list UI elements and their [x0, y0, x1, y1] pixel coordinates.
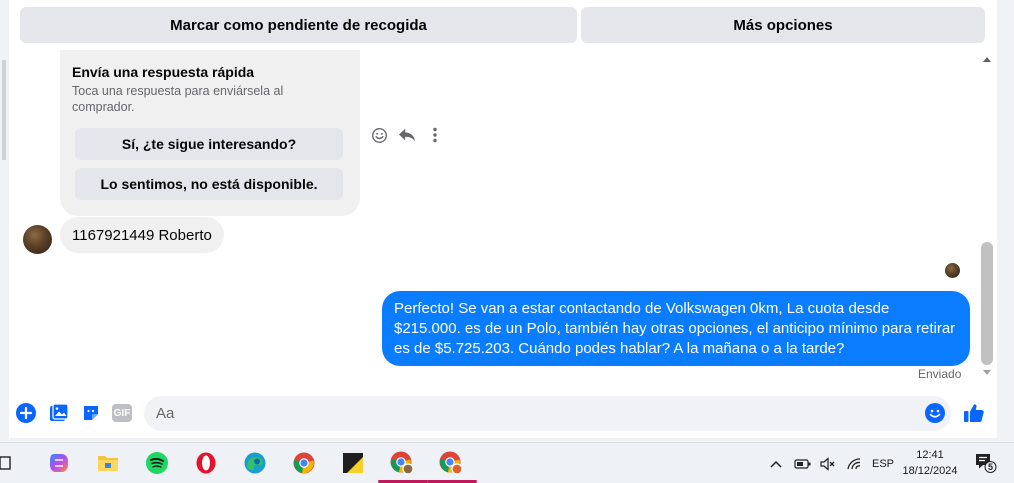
copilot-icon[interactable]: [45, 449, 73, 477]
spotify-icon[interactable]: [143, 449, 171, 477]
mark-pending-pickup-button[interactable]: Marcar como pendiente de recogida: [20, 7, 577, 43]
volume-muted-icon[interactable]: [820, 456, 836, 471]
add-plus-icon[interactable]: [15, 402, 37, 424]
input-language[interactable]: ESP: [872, 458, 894, 470]
scroll-down-arrow-icon[interactable]: [983, 370, 991, 375]
incoming-message-bubble: 1167921449 Roberto: [60, 217, 224, 253]
battery-icon[interactable]: [794, 458, 812, 470]
message-hover-actions: [369, 125, 445, 145]
gif-icon[interactable]: GIF: [111, 402, 133, 424]
show-hidden-icons-chevron-icon[interactable]: [770, 460, 784, 468]
seen-avatar: [945, 263, 960, 278]
file-explorer-icon[interactable]: [94, 449, 122, 477]
chrome-icon[interactable]: [290, 449, 318, 477]
scroll-up-arrow-icon[interactable]: [983, 57, 991, 62]
thumbs-up-icon[interactable]: [963, 402, 985, 424]
opera-icon[interactable]: [192, 449, 220, 477]
chrome-profile-icon[interactable]: [388, 449, 416, 477]
system-tray: ESP: [770, 443, 894, 483]
emoji-icon[interactable]: [924, 402, 946, 424]
gif-label: GIF: [112, 404, 132, 422]
taskbar-clock[interactable]: 12:41 18/12/2024: [896, 447, 964, 479]
quick-reply-title: Envía una respuesta rápida: [72, 64, 255, 80]
window-right-edge: [997, 0, 1014, 442]
wifi-icon[interactable]: [846, 457, 862, 471]
quick-reply-still-interested-button[interactable]: Sí, ¿te sigue interesando?: [75, 128, 343, 160]
more-options-button[interactable]: Más opciones: [581, 7, 985, 43]
sticky-notes-icon[interactable]: [339, 449, 367, 477]
notification-count: 5: [987, 462, 993, 472]
quick-reply-subtitle: Toca una respuesta para enviársela al co…: [72, 84, 284, 114]
windows-taskbar: ESP 12:41 18/12/2024 5: [0, 442, 1014, 483]
message-list: Envía una respuesta rápida Toca una resp…: [9, 50, 978, 385]
outgoing-message-bubble: Perfecto! Se van a estar contactando de …: [382, 291, 970, 366]
contact-avatar[interactable]: [23, 225, 52, 254]
clock-date: 18/12/2024: [902, 465, 958, 477]
message-composer: GIF Aa: [9, 388, 997, 438]
message-status: Enviado: [918, 367, 962, 381]
sticker-icon[interactable]: [80, 402, 102, 424]
task-view-icon[interactable]: [0, 449, 18, 477]
quick-reply-card: Envía una respuesta rápida Toca una resp…: [60, 50, 360, 216]
clock-time: 12:41: [916, 449, 944, 461]
scroll-thumb[interactable]: [981, 242, 993, 365]
more-vertical-icon[interactable]: [425, 125, 445, 145]
message-scrollbar[interactable]: [978, 55, 997, 382]
reply-icon[interactable]: [397, 125, 417, 145]
chrome-profile-2-icon[interactable]: [437, 449, 465, 477]
messenger-window: Marcar como pendiente de recogida Más op…: [0, 0, 1014, 483]
message-input[interactable]: Aa: [144, 396, 951, 431]
edge-icon[interactable]: [241, 449, 269, 477]
quick-reply-not-available-button[interactable]: Lo sentimos, no está disponible.: [75, 168, 343, 200]
react-emoji-icon[interactable]: [369, 125, 389, 145]
window-left-edge: [0, 0, 9, 442]
photo-gallery-icon[interactable]: [48, 402, 70, 424]
left-scroll-strip: [2, 60, 6, 160]
top-action-bar: Marcar como pendiente de recogida Más op…: [9, 0, 997, 50]
notification-center-icon[interactable]: 5: [972, 449, 1000, 477]
